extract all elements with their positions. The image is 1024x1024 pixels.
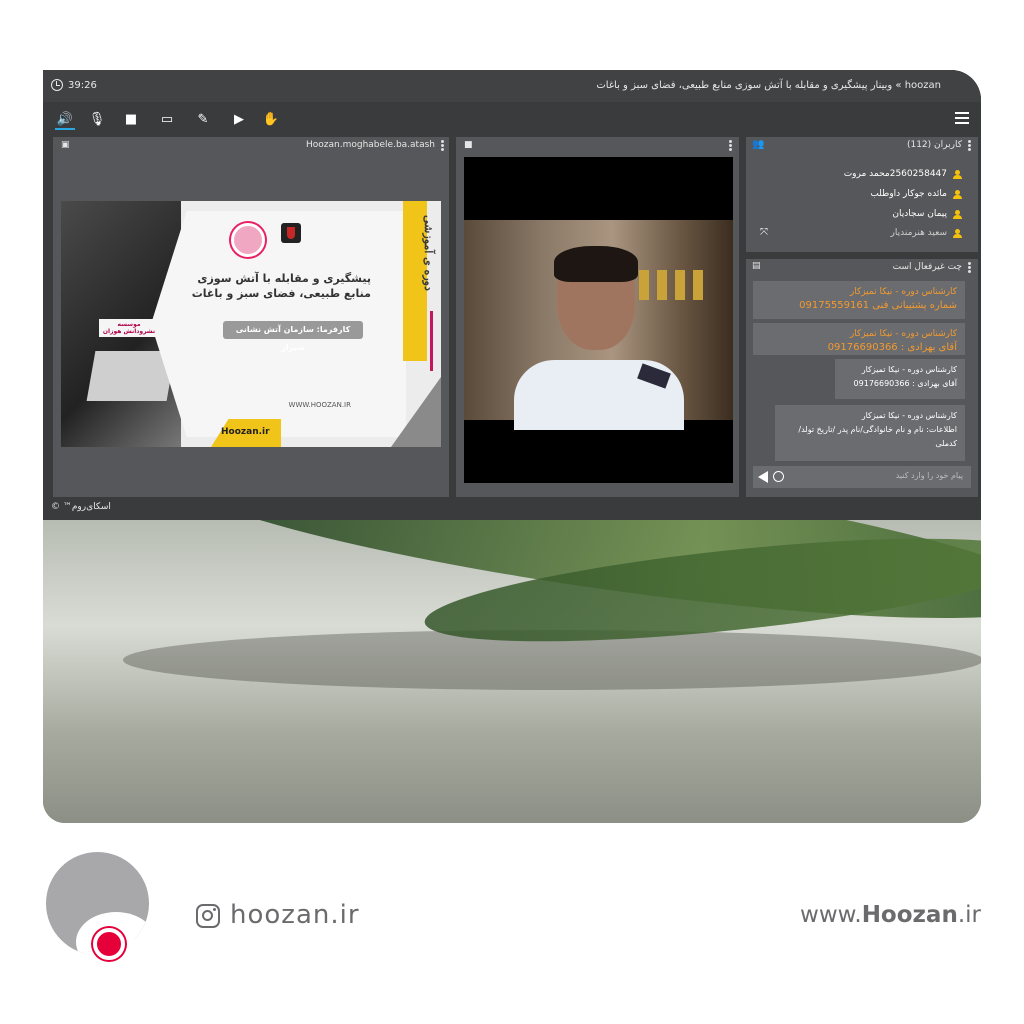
fire-department-logo-icon xyxy=(281,223,301,243)
presentation-menu-icon[interactable] xyxy=(441,140,445,152)
slide: دوره ی آموزشی پیشگیری و مقابله با آتش سو… xyxy=(61,201,441,447)
user-item[interactable]: سعید هنرمندیار xyxy=(891,224,962,242)
chat-message: کارشناس دوره - نیکا تمیزکار آقای بهزادی … xyxy=(835,359,965,399)
slide-accent-bar xyxy=(430,311,433,371)
users-header: 👥 کاربران (112) xyxy=(746,137,978,155)
video-frame xyxy=(464,220,733,430)
app-screenshot-frame: 39:26 hoozan » وبینار پیشگیری و مقابله ب… xyxy=(43,70,981,823)
slide-vertical-title: دوره ی آموزشی xyxy=(422,215,435,291)
presenter-hair xyxy=(554,246,638,282)
users-panel: 👥 کاربران (112) 2560258447محمد مروت مائد… xyxy=(746,137,978,252)
presentation-play-icon[interactable]: ▣ xyxy=(61,140,70,150)
website-url: www.Hoozan.ir xyxy=(800,902,981,928)
chat-menu-icon[interactable] xyxy=(968,262,972,274)
slide-heading-line2: منابع طبیعی، فضای سبز و باغات xyxy=(191,287,371,300)
user-icon xyxy=(953,209,962,219)
chat-input[interactable]: پیام خود را وارد کنید xyxy=(753,466,971,488)
chat-message: کارشناس دوره - نیکا تمیزکار آقای بهزادی … xyxy=(753,323,965,355)
hand-icon[interactable]: ✋ xyxy=(261,110,281,130)
slide-institute: موسسه نشرودانش هوزان xyxy=(99,319,159,337)
video-stream[interactable] xyxy=(464,157,733,483)
background-photo xyxy=(43,520,981,823)
play-icon[interactable]: ▶ xyxy=(229,110,249,130)
user-icon xyxy=(953,228,962,238)
brush-icon[interactable]: ✎ xyxy=(193,110,213,130)
presentation-header: ▣ Hoozan.moghabele.ba.atash xyxy=(53,137,449,155)
shuffle-icon[interactable]: ⤧ xyxy=(760,227,768,238)
user-item[interactable]: مائده جوکار داوطلب xyxy=(870,185,962,203)
user-icon xyxy=(953,189,962,199)
video-panel: ■ xyxy=(456,137,739,497)
menu-icon[interactable] xyxy=(955,112,969,124)
chat-input-placeholder: پیام خود را وارد کنید xyxy=(895,471,963,480)
send-icon[interactable] xyxy=(758,471,768,483)
users-count: کاربران (112) xyxy=(906,140,962,150)
chat-icon: ▤ xyxy=(752,261,761,271)
toolbar: 🔊 🎙 ■ ▭ ✎ ▶ ✋ xyxy=(43,104,981,136)
skyroom-brand: اسکای‌روم™ © xyxy=(51,502,111,512)
timer-value: 39:26 xyxy=(68,79,97,91)
slide-heading-line1: پیشگیری و مقابله با آتش سوزی xyxy=(197,272,371,285)
slide-heading: پیشگیری و مقابله با آتش سوزی منابع طبیعی… xyxy=(191,271,371,301)
chat-header: ▤ چت غیرفعال است xyxy=(746,259,978,277)
screen-share-icon[interactable]: ▭ xyxy=(157,110,177,130)
user-icon xyxy=(953,169,962,179)
chat-panel: ▤ چت غیرفعال است کارشناس دوره - نیکا تمی… xyxy=(746,259,978,497)
logo-dot xyxy=(93,928,125,960)
slide-instagram: Hoozan.ir xyxy=(221,427,270,437)
session-timer: 39:26 xyxy=(51,79,97,91)
instagram-handle: hoozan.ir xyxy=(230,900,360,930)
trophies-shelf xyxy=(639,270,709,300)
clock-icon xyxy=(51,79,63,91)
slide-website: WWW.HOOZAN.IR xyxy=(288,401,351,409)
video-header: ■ xyxy=(456,137,739,155)
presentation-panel: ▣ Hoozan.moghabele.ba.atash دوره ی آموزش… xyxy=(53,137,449,497)
room-title: hoozan » وبینار پیشگیری و مقابله با آتش … xyxy=(596,80,941,91)
speaker-icon[interactable]: 🔊 xyxy=(55,110,75,130)
users-icon: 👥 xyxy=(752,139,765,150)
video-menu-icon[interactable] xyxy=(729,140,733,152)
users-menu-icon[interactable] xyxy=(968,140,972,152)
top-bar: 39:26 hoozan » وبینار پیشگیری و مقابله ب… xyxy=(43,70,981,102)
hoozan-logo-icon xyxy=(231,223,265,257)
skyroom-app: 39:26 hoozan » وبینار پیشگیری و مقابله ب… xyxy=(43,70,981,520)
user-item[interactable]: پیمان سجادیان xyxy=(892,205,962,223)
presentation-filename: Hoozan.moghabele.ba.atash xyxy=(306,140,435,150)
instagram-icon xyxy=(196,904,220,928)
chat-status: چت غیرفعال است xyxy=(892,262,962,272)
user-item[interactable]: 2560258447محمد مروت xyxy=(844,165,962,183)
mic-off-icon[interactable]: 🎙 xyxy=(87,110,107,130)
chat-message: کارشناس دوره - نیکا تمیزکار اطلاعات: نام… xyxy=(775,405,965,461)
emoji-icon[interactable] xyxy=(773,471,784,482)
slide-client: کارفرما: سازمان آتش نشانی شیراز xyxy=(223,321,363,352)
video-camera-icon: ■ xyxy=(464,140,473,150)
chat-message: کارشناس دوره - نیکا تمیزکار شماره پشتیبا… xyxy=(753,281,965,319)
camera-icon[interactable]: ■ xyxy=(121,110,141,130)
